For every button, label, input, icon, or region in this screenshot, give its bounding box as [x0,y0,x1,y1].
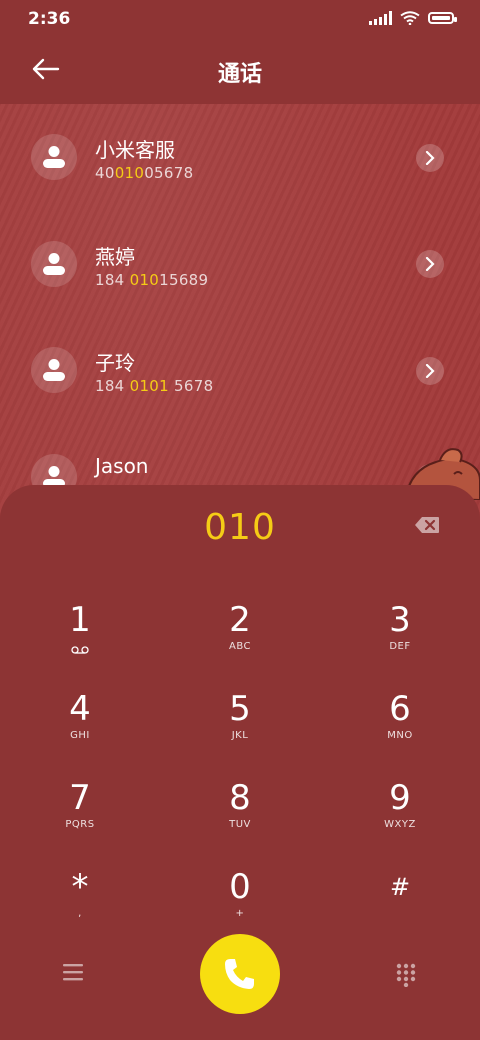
key-letters: , [78,908,82,919]
dial-key-8[interactable]: 8 TUV [160,779,320,859]
person-icon [43,253,65,275]
chevron-right-icon [425,257,435,271]
key-letters: TUV [229,819,251,830]
menu-icon[interactable] [60,961,86,983]
status-icons [369,11,457,25]
key-digit: 9 [389,778,411,818]
key-letters: GHI [70,730,90,741]
top-bar: 2:36 通话 [0,0,480,104]
contact-name: 小米客服 [95,138,175,162]
contact-row[interactable]: 子玲 184 0101 5678 [0,317,480,423]
key-letters: PQRS [65,819,95,830]
dialed-number: 010 [204,507,276,548]
status-time: 2:36 [28,9,71,29]
battery-icon [428,12,457,24]
key-digit: 1 [69,600,91,640]
dial-key-5[interactable]: 5 JKL [160,690,320,770]
avatar [31,134,77,180]
key-digit: # [389,873,411,901]
dial-key-7[interactable]: 7 PQRS [0,779,160,859]
page-title: 通话 [217,62,262,87]
contact-number: 4001005678 [95,164,194,182]
key-digit: 5 [229,689,251,729]
key-digit: * [71,867,89,907]
avatar [31,241,77,287]
contact-name: 子玲 [95,351,135,375]
wifi-icon [400,11,420,25]
key-letters: DEF [389,641,411,652]
contact-name: Jason [95,454,149,478]
dial-key-6[interactable]: 6 MNO [320,690,480,770]
dial-key-9[interactable]: 9 WXYZ [320,779,480,859]
dialpad-panel: 010 1 2 ABC 3 DEF 4 GHI 5 JKL 6 MNO 7 PQ… [0,485,480,1040]
status-bar: 2:36 [0,0,480,40]
chevron-right-icon [425,364,435,378]
person-icon [43,146,65,168]
key-digit: 2 [229,600,251,640]
key-letters: + [235,908,245,919]
chevron-right-icon [425,151,435,165]
dial-key-hash[interactable]: # [320,868,480,948]
key-digit: 4 [69,689,91,729]
key-letters: MNO [387,730,413,741]
contact-detail-button[interactable] [416,144,444,172]
key-digit: 8 [229,778,251,818]
dial-key-4[interactable]: 4 GHI [0,690,160,770]
dial-key-3[interactable]: 3 DEF [320,601,480,681]
backspace-icon[interactable] [414,516,440,534]
dial-key-2[interactable]: 2 ABC [160,601,320,681]
dialpad-toggle-icon[interactable] [396,963,416,987]
contact-number: 184 0101 5678 [95,377,214,395]
person-icon [43,359,65,381]
key-digit: 6 [389,689,411,729]
call-button[interactable] [200,934,280,1014]
dial-key-1[interactable]: 1 [0,601,160,681]
contact-number: 184 01015689 [95,271,209,289]
avatar [31,347,77,393]
voicemail-icon [71,646,89,654]
key-letters: WXYZ [384,819,416,830]
contact-row[interactable]: 燕婷 184 01015689 [0,211,480,317]
signal-icon [369,11,392,25]
key-digit: 7 [69,778,91,818]
key-digit: 3 [389,600,411,640]
dial-key-star[interactable]: * , [0,868,160,948]
key-digit: 0 [229,867,251,907]
contact-name: 燕婷 [95,245,135,269]
contact-detail-button[interactable] [416,357,444,385]
contact-row[interactable]: 小米客服 4001005678 [0,104,480,210]
key-letters: JKL [231,730,249,741]
phone-icon [225,959,254,989]
contact-detail-button[interactable] [416,250,444,278]
key-letters: ABC [228,641,251,652]
